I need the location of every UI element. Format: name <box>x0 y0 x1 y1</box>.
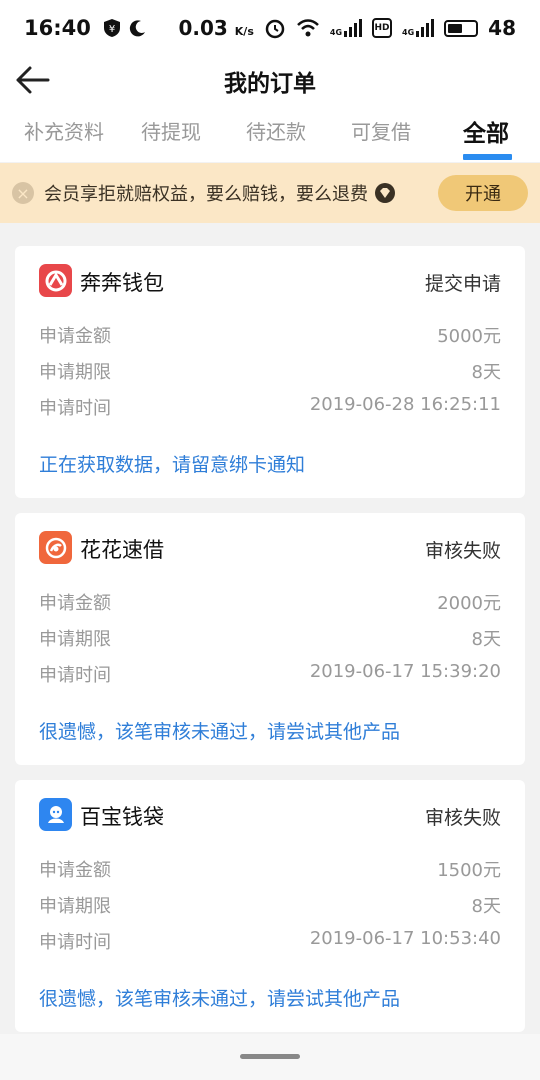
app-name: 奔奔钱包 <box>80 271 164 295</box>
alarm-icon <box>265 19 285 39</box>
nav-bar: 我的订单 <box>0 56 540 104</box>
amount-row: 申请金额 1500元 <box>39 856 501 882</box>
battery-icon <box>444 19 479 37</box>
amount-value: 2000元 <box>437 593 501 614</box>
huahua-loan-logo-icon <box>39 531 72 564</box>
banner-text: 会员享拒就赔权益，要么赔钱，要么退费 <box>44 184 368 205</box>
membership-banner: × 会员享拒就赔权益，要么赔钱，要么退费 开通 <box>0 163 540 223</box>
time-value: 2019-06-17 10:53:40 <box>309 928 501 949</box>
amount-value: 5000元 <box>437 326 501 347</box>
order-card[interactable]: 花花速借 审核失败 申请金额 2000元 申请期限 8天 申请时间 2019-0… <box>15 513 525 765</box>
signal-icon: 4G <box>330 19 363 37</box>
amount-row: 申请金额 2000元 <box>39 589 501 615</box>
order-status: 提交申请 <box>424 273 501 295</box>
order-note: 很遗憾，该笔审核未通过，请尝试其他产品 <box>39 988 401 1010</box>
time-row: 申请时间 2019-06-28 16:25:11 <box>39 394 501 419</box>
activate-button[interactable]: 开通 <box>438 175 528 211</box>
tab-reborrow[interactable]: 可复借 <box>351 116 411 145</box>
time-row: 申请时间 2019-06-17 15:39:20 <box>39 661 501 686</box>
term-value: 8天 <box>471 629 501 650</box>
battery-level: 48 <box>488 16 516 40</box>
time-value: 2019-06-28 16:25:11 <box>309 394 501 415</box>
page-title: 我的订单 <box>224 71 316 97</box>
order-tabs: 补充资料 待提现 待还款 可复借 全部 <box>0 104 540 162</box>
tab-indicator <box>463 154 512 160</box>
term-row: 申请期限 8天 <box>39 625 501 651</box>
amount-row: 申请金额 5000元 <box>39 322 501 348</box>
signal-icon-2: 4G <box>402 19 435 37</box>
time-row: 申请时间 2019-06-17 10:53:40 <box>39 928 501 953</box>
tab-pending-repay[interactable]: 待还款 <box>246 116 306 145</box>
tab-all[interactable]: 全部 <box>463 114 509 148</box>
app-name: 花花速借 <box>80 538 164 562</box>
order-status: 审核失败 <box>424 807 501 829</box>
svg-text:¥: ¥ <box>109 24 115 35</box>
baibao-purse-logo-icon <box>39 798 72 831</box>
order-note: 正在获取数据，请留意绑卡通知 <box>39 454 306 476</box>
term-value: 8天 <box>471 362 501 383</box>
home-indicator[interactable] <box>240 1054 300 1059</box>
amount-value: 1500元 <box>437 860 501 881</box>
status-time: 16:40 <box>24 16 91 40</box>
hd-icon: HD <box>372 18 393 38</box>
shield-icon: ¥ <box>103 19 120 37</box>
order-card[interactable]: 百宝钱袋 审核失败 申请金额 1500元 申请期限 8天 申请时间 2019-0… <box>15 780 525 1032</box>
diamond-icon <box>375 183 395 203</box>
close-icon[interactable]: × <box>12 182 34 204</box>
wifi-icon <box>296 19 319 37</box>
term-row: 申请期限 8天 <box>39 892 501 918</box>
moon-icon <box>129 20 145 37</box>
order-status: 审核失败 <box>424 540 501 562</box>
order-card[interactable]: 奔奔钱包 提交申请 申请金额 5000元 申请期限 8天 申请时间 2019-0… <box>15 246 525 498</box>
order-note: 很遗憾，该笔审核未通过，请尝试其他产品 <box>39 721 401 743</box>
benben-wallet-logo-icon <box>39 264 72 297</box>
status-bar: 16:40 ¥ 0.03 K/s 4G HD 4G 48 <box>0 0 540 56</box>
tab-pending-withdraw[interactable]: 待提现 <box>141 116 201 145</box>
app-name: 百宝钱袋 <box>80 805 164 829</box>
time-value: 2019-06-17 15:39:20 <box>309 661 501 682</box>
term-value: 8天 <box>471 896 501 917</box>
net-speed: 0.03 K/s <box>178 16 254 40</box>
tab-supplement-info[interactable]: 补充资料 <box>24 116 104 145</box>
term-row: 申请期限 8天 <box>39 358 501 384</box>
